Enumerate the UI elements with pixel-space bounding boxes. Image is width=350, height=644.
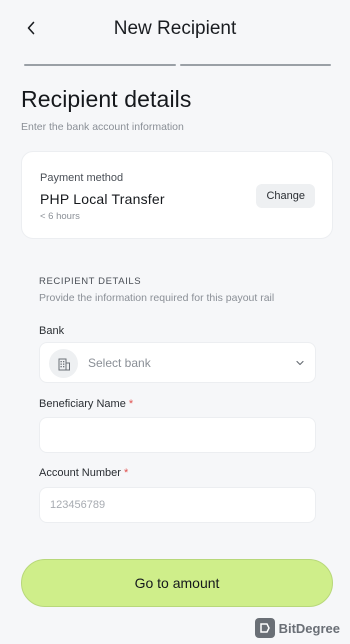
required-mark: * [128,398,134,410]
required-mark: * [124,467,129,479]
page-title: Recipient details [21,86,192,112]
watermark: BitDegree [254,617,340,639]
watermark-text: BitDegree [278,620,340,636]
change-payment-method-button[interactable]: Change [256,184,315,208]
beneficiary-name-input[interactable] [39,417,316,453]
payment-method-value: PHP Local Transfer [40,191,165,207]
page-header-title: New Recipient [113,18,237,39]
payment-method-card: Payment method PHP Local Transfer < 6 ho… [21,151,333,239]
payment-method-eta: < 6 hours [40,211,80,222]
bank-label: Bank [39,325,65,337]
account-number-label-text: Account Number [39,467,121,479]
bank-building-icon [49,349,78,378]
top-bar: New Recipient [0,0,350,58]
recipient-section-heading: RECIPIENT DETAILS [39,276,142,287]
beneficiary-name-label: Beneficiary Name * [39,398,133,410]
beneficiary-name-label-text: Beneficiary Name [39,398,126,410]
page-subtitle: Enter the bank account information [21,121,184,133]
step-indicator-1 [24,64,176,66]
bitdegree-logo-icon [254,618,275,638]
bank-select[interactable]: Select bank [39,342,316,383]
account-number-label: Account Number * [39,467,128,479]
account-number-input[interactable] [39,487,316,523]
payment-method-label: Payment method [40,172,124,184]
bank-select-placeholder: Select bank [88,356,151,370]
go-to-amount-button[interactable]: Go to amount [21,559,333,607]
step-indicator-2 [179,64,331,66]
recipient-section-description: Provide the information required for thi… [39,292,275,304]
step-progress [24,64,331,66]
chevron-down-icon [296,360,304,366]
